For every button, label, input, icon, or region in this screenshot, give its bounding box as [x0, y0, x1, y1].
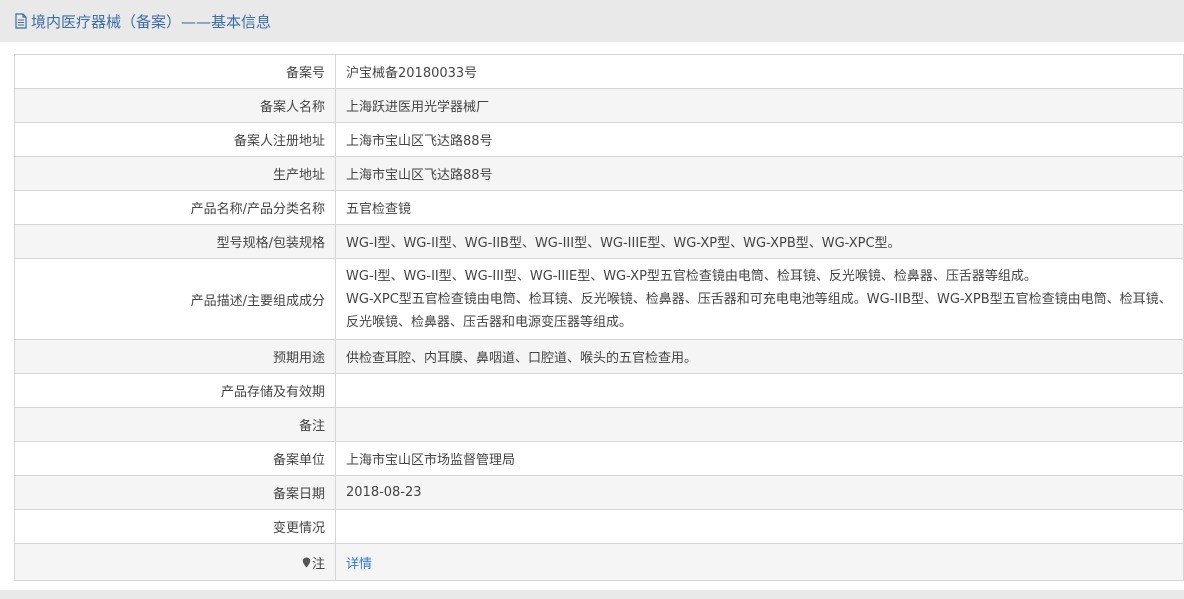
table-row: 生产地址 上海市宝山区飞达路88号: [15, 157, 1183, 191]
row-label: 备案单位: [15, 442, 336, 475]
map-pin-icon: [302, 557, 311, 567]
row-value: 上海市宝山区飞达路88号: [346, 168, 493, 183]
row-label: 产品名称/产品分类名称: [15, 191, 336, 224]
row-label: 生产地址: [15, 157, 336, 190]
row-value: 供检查耳腔、内耳膜、鼻咽道、口腔道、喉头的五官检查用。: [346, 351, 698, 366]
row-value: [336, 374, 1183, 407]
table-row: 备注: [15, 408, 1183, 442]
row-value: 沪宝械备20180033号: [346, 66, 478, 81]
description-line-1: WG-I型、WG-II型、WG-III型、WG-IIIE型、WG-XP型五官检查…: [346, 269, 1037, 284]
row-value: 上海跃进医用光学器械厂: [346, 100, 490, 115]
document-icon: [15, 13, 27, 29]
bottom-bar: [0, 590, 1184, 599]
table-row: 注 详情: [15, 544, 1183, 581]
row-label: 产品描述/主要组成成分: [15, 259, 336, 339]
row-label: 注: [311, 556, 325, 572]
row-value: 五官检查镜: [346, 202, 412, 217]
row-value: [336, 510, 1183, 543]
table-row: 备案人注册地址 上海市宝山区飞达路88号: [15, 123, 1183, 157]
page-title: 境内医疗器械（备案）——基本信息: [31, 12, 272, 31]
table-row: 备案人名称 上海跃进医用光学器械厂: [15, 89, 1183, 123]
row-label: 型号规格/包装规格: [15, 225, 336, 258]
row-label: 备案人名称: [15, 89, 336, 122]
table-row: 备案日期 2018-08-23: [15, 476, 1183, 510]
table-row: 预期用途 供检查耳腔、内耳膜、鼻咽道、口腔道、喉头的五官检查用。: [15, 340, 1183, 374]
note-label: 注: [15, 544, 336, 580]
row-value: WG-I型、WG-II型、WG-III型、WG-IIIE型、WG-XP型五官检查…: [336, 259, 1183, 339]
row-label: 备注: [15, 408, 336, 441]
table-row: 产品存储及有效期: [15, 374, 1183, 408]
row-label: 备案号: [15, 55, 336, 88]
row-label: 变更情况: [15, 510, 336, 543]
row-label: 产品存储及有效期: [15, 374, 336, 407]
table-row: 型号规格/包装规格 WG-I型、WG-II型、WG-IIB型、WG-III型、W…: [15, 225, 1183, 259]
row-value: WG-I型、WG-II型、WG-IIB型、WG-III型、WG-IIIE型、WG…: [346, 236, 901, 251]
row-value: 上海市宝山区市场监督管理局: [346, 453, 516, 468]
row-value: 详情: [336, 544, 1183, 580]
row-value: [336, 408, 1183, 441]
details-link[interactable]: 详情: [346, 553, 372, 572]
row-label: 备案人注册地址: [15, 123, 336, 156]
info-table: 备案号 沪宝械备20180033号 备案人名称 上海跃进医用光学器械厂 备案人注…: [14, 54, 1184, 581]
row-value: 上海市宝山区飞达路88号: [346, 134, 493, 149]
row-value: 2018-08-23: [346, 485, 422, 500]
table-row: 备案单位 上海市宝山区市场监督管理局: [15, 442, 1183, 476]
description-line-2: WG-XPC型五官检查镜由电筒、检耳镜、反光喉镜、检鼻器、压舌器和可充电电池等组…: [346, 292, 1172, 330]
table-row: 备案号 沪宝械备20180033号: [15, 55, 1183, 89]
table-row: 变更情况: [15, 510, 1183, 544]
row-label: 预期用途: [15, 340, 336, 373]
table-row: 产品描述/主要组成成分 WG-I型、WG-II型、WG-III型、WG-IIIE…: [15, 259, 1183, 340]
page-header: 境内医疗器械（备案）——基本信息: [0, 0, 1184, 42]
table-row: 产品名称/产品分类名称 五官检查镜: [15, 191, 1183, 225]
row-label: 备案日期: [15, 476, 336, 509]
